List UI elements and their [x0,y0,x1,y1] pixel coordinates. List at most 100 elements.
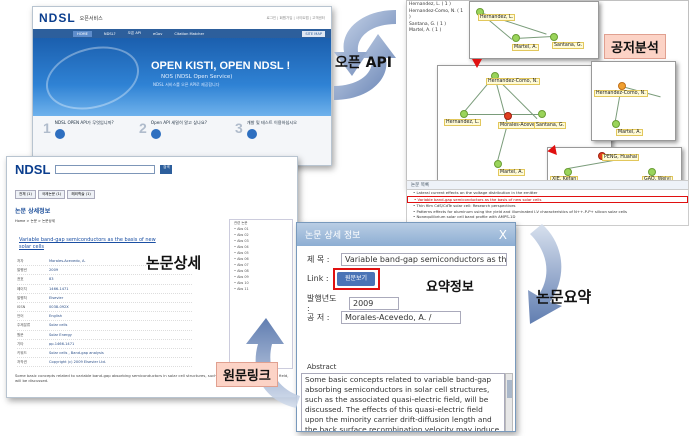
graph-node[interactable] [504,112,512,120]
table-row: 저작권 Copyright (c) 2009 Elsevier Ltd. [17,358,192,368]
table-row: 원문 Solar Energy [17,331,192,340]
card-text: Open API 세밀히 알고 싶나요? [150,120,207,125]
node-label: Santana, G. [534,122,567,129]
paper-meta-table: 저자 Morales-Acevedo, A. 발행년 2009 권호 83 페이지 1466-… [17,257,192,368]
paper-list-item-selected[interactable]: • Variable band-gap semiconductors as th… [407,195,688,203]
search-icon [54,128,65,139]
curved-arrow-icon [528,224,562,324]
meta-value[interactable]: English [49,312,62,320]
card-text: 개발 및 테스트 이용하십시오 [246,120,298,125]
meta-value[interactable]: 0038-092X [49,303,69,311]
hero-banner: OPEN KISTI, OPEN NDSL ! NOS (NDSL Open S… [33,36,331,120]
red-arrow-icon [472,59,482,68]
open-api-screenshot: NDSL 오픈서비스 로그인 | 회원가입 | 사이트맵 | 고객센터 HOME… [32,6,332,166]
graph-node[interactable] [618,82,626,90]
meta-key: 저작권 [17,360,27,365]
year-field[interactable]: 2009 [349,296,399,310]
meta-key: 주제분류 [17,323,31,328]
table-row: 언어 English [17,312,192,322]
hero-swirl [38,36,147,120]
scrollbar-thumb[interactable] [507,380,512,398]
meta-key: 권호 [17,277,24,282]
shot1-header: NDSL 오픈서비스 로그인 | 회원가입 | 사이트맵 | 고객센터 [33,7,331,29]
graph-node[interactable] [512,34,520,42]
graph-panel: Hernandez-Como, N. Martel, A. [591,61,676,141]
paper-summary-label: 논문요약 [536,288,592,306]
search-input[interactable] [55,164,156,174]
node-label: PENG, Huahai [602,154,640,161]
paper-list-header: 논문 목록 [407,181,688,190]
modal-title: 논문 상세 정보 [305,231,361,241]
node-label: Martel, A. [498,169,525,176]
table-row: 기타 pp.1466-1471 [17,340,192,350]
graph-node[interactable] [564,168,572,176]
abstract-scrollbar[interactable] [505,373,513,431]
graph-node[interactable] [648,168,656,176]
nav-citation-matcher[interactable]: Citation Matcher [174,32,204,36]
field-label: 제 목 : [307,255,330,264]
meta-value[interactable]: Elsevier [49,294,63,302]
meta-key: 언어 [17,314,24,319]
graph-node[interactable] [538,110,546,118]
graph-node[interactable] [494,160,502,168]
main-nav: HOME NDSL? 오픈 API eGov Citation Matcher … [33,29,331,38]
ndsl-logo[interactable]: NDSL [39,11,76,25]
meta-value[interactable]: 83 [49,275,54,283]
tab-all[interactable]: 전체 (1) [15,190,36,199]
hero-title: OPEN KISTI, OPEN NDSL ! [151,60,291,72]
monitor-icon [246,128,257,139]
meta-value[interactable]: 2009 [49,266,58,274]
paper-detail-modal: 논문 상세 정보 X 제 목 : Variable band-gap semic… [296,222,516,432]
hero-subtitle: NOS (NDSL Open Service) [161,74,233,80]
field-year: 발행년도 : 2009 [307,293,399,313]
meta-value[interactable]: pp.1466-1471 [49,340,74,348]
hero-description: NDSL 서비스를 오픈 API로 제공합니다 [153,82,220,87]
table-row: 페이지 1466-1471 [17,285,192,294]
ndsl-logo[interactable]: NDSL [15,162,50,177]
related-paper-item[interactable]: • Abs 11 [230,286,292,292]
table-row: 키워드 Solar cells , Band-gap analysis [17,349,192,359]
paper-list-item[interactable]: • Nonequilibrium solar cell band profile… [407,214,688,220]
nav-ndsl[interactable]: NDSL? [104,32,116,36]
tab-intl[interactable]: 국제논문 (1) [37,190,66,199]
title-field[interactable]: Variable band-gap semiconductors as the … [341,253,507,266]
node-label: Martel, A. [512,44,539,51]
author-item[interactable]: Martel, A. ( 1 ) [409,28,465,35]
paper-title-link[interactable]: Variable band-gap semiconductors as the … [19,237,169,250]
meta-value[interactable]: Solar cells [49,321,67,329]
nav-egov[interactable]: eGov [153,32,162,36]
field-label: 공 저 : [307,313,330,322]
graph-node[interactable] [460,110,468,118]
meta-key: 페이지 [17,286,27,291]
coauthor-analysis-label: 공저분석 [604,34,666,59]
meta-key: 원문 [17,332,24,337]
nav-home[interactable]: HOME [73,30,92,37]
tab-overseas[interactable]: 해외학술 (1) [67,190,95,199]
graph-panel: Hernandez, L. Martel, A. Santana, G. [469,1,599,59]
top-links[interactable]: 로그인 | 회원가입 | 사이트맵 | 고객센터 [266,16,325,21]
breadcrumb[interactable]: Home > 논문 > 논문상세 [15,219,55,224]
related-links [195,219,227,359]
field-label: 발행년도 : [307,294,337,313]
author-item[interactable]: Hernandez-Como, N. ( 1 ) [409,9,465,22]
meta-value[interactable]: Copyright (c) 2009 Elsevier Ltd. [49,358,106,366]
field-author: 공 저 : Morales-Acevedo, A. / [307,311,461,324]
table-row: 권호 83 [17,275,192,285]
open-api-label: 오픈 API [335,55,392,71]
author-field[interactable]: Morales-Acevedo, A. / [341,311,461,324]
meta-value[interactable]: Solar Energy [49,331,72,339]
node-label: Hernandez, L. [444,119,482,126]
paper-detail-label: 논문상세 [146,252,202,273]
nav-open-api[interactable]: 오픈 API [128,31,141,36]
meta-value[interactable]: Solar cells , Band-gap analysis [49,349,104,357]
abstract-textarea[interactable]: Some basic concepts related to variable … [301,373,505,431]
graph-node[interactable] [550,33,558,41]
graph-node[interactable] [612,120,620,128]
meta-value[interactable]: Morales-Acevedo, A. [49,257,86,265]
table-row: ISSN 0038-092X [17,303,192,313]
coauthor-graph-screenshot: Hernandez, L. ( 1 ) Hernandez-Como, N. (… [406,0,689,188]
meta-value[interactable]: 1466-1471 [49,285,69,293]
abstract-label: Abstract [307,363,337,371]
meta-key: 발행년 [17,268,27,273]
search-button[interactable]: 검색 [160,164,173,174]
